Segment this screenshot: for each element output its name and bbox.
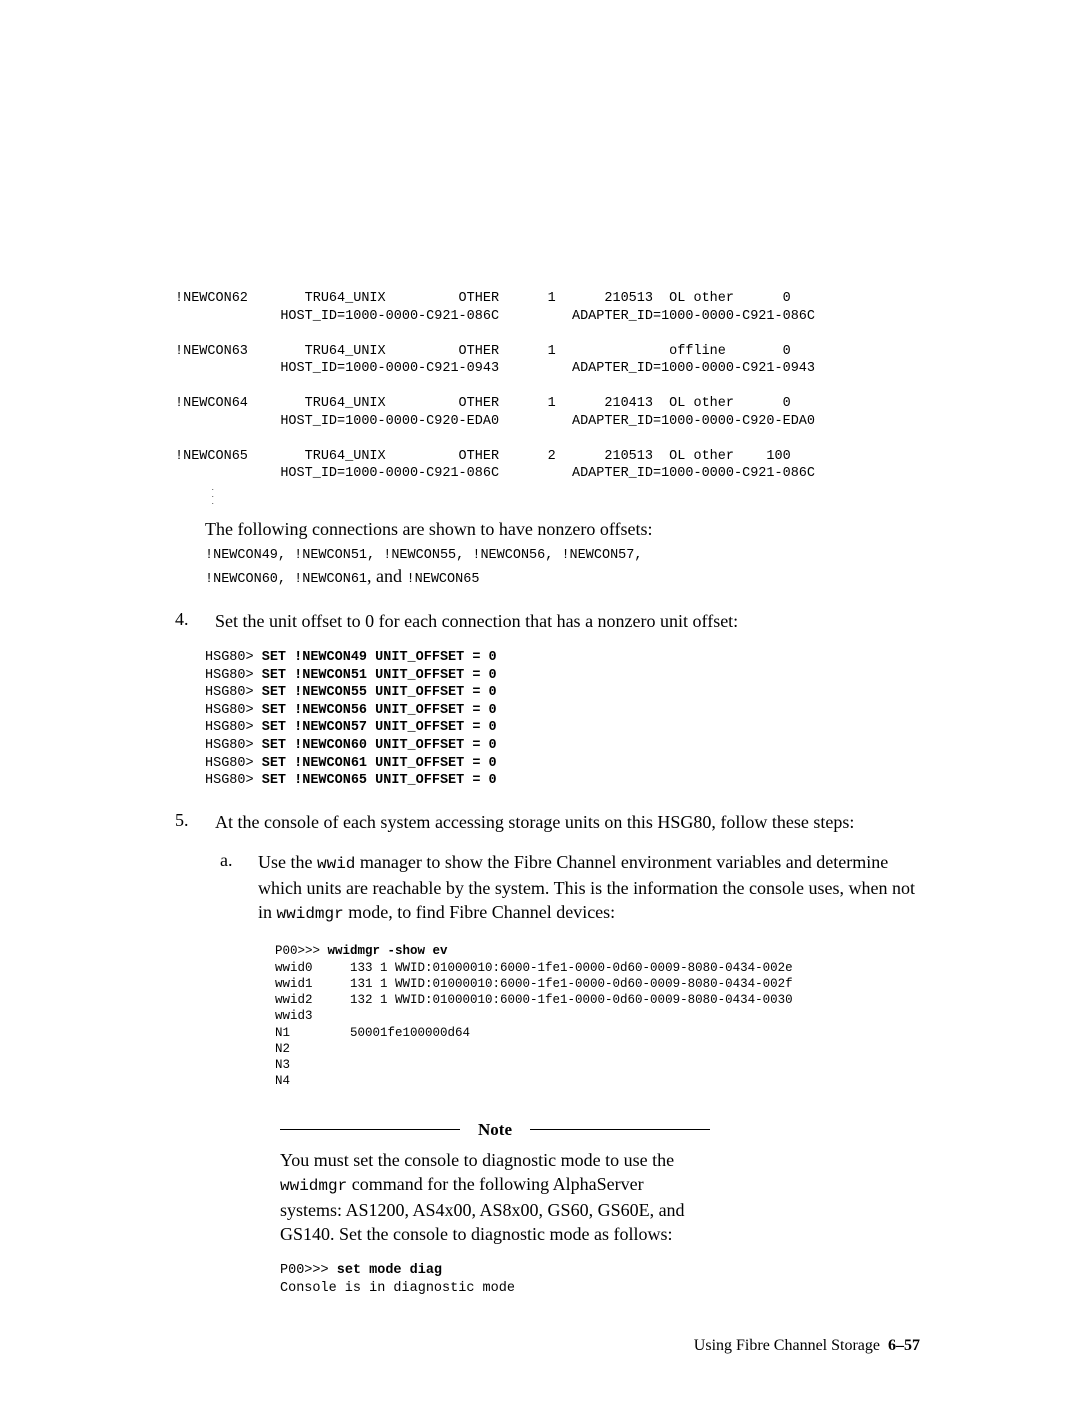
set-prompt: HSG80> <box>205 756 262 771</box>
step5a-code1: wwid <box>317 855 355 873</box>
set-cmd: SET !NEWCON57 UNIT_OFFSET = 0 <box>262 720 497 735</box>
set-cmd: SET !NEWCON56 UNIT_OFFSET = 0 <box>262 703 497 718</box>
set-command-line: HSG80> SET !NEWCON49 UNIT_OFFSET = 0 <box>205 649 920 667</box>
step5a-letter: a. <box>220 850 240 925</box>
wwid-command-line: P00>>> wwidmgr -show ev <box>275 943 920 959</box>
step5a-seg1: Use the <box>258 852 317 872</box>
note-cmd-line: P00>>> set mode diag <box>280 1262 710 1280</box>
set-cmd: SET !NEWCON60 UNIT_OFFSET = 0 <box>262 738 497 753</box>
set-prompt: HSG80> <box>205 703 262 718</box>
set-cmd: SET !NEWCON65 UNIT_OFFSET = 0 <box>262 773 497 788</box>
set-prompt: HSG80> <box>205 738 262 753</box>
note-rule-right <box>530 1129 710 1130</box>
wwid-prompt: P00>>> <box>275 944 328 958</box>
set-command-line: HSG80> SET !NEWCON60 UNIT_OFFSET = 0 <box>205 737 920 755</box>
note-seg1: You must set the console to diagnostic m… <box>280 1150 674 1170</box>
connections-output: !NEWCON62 TRU64_UNIX OTHER 1 210513 OL o… <box>175 290 920 483</box>
set-commands-block: HSG80> SET !NEWCON49 UNIT_OFFSET = 0HSG8… <box>205 649 920 789</box>
step5a-text: Use the wwid manager to show the Fibre C… <box>258 850 920 925</box>
set-cmd: SET !NEWCON55 UNIT_OFFSET = 0 <box>262 685 497 700</box>
set-prompt: HSG80> <box>205 720 262 735</box>
set-cmd: SET !NEWCON49 UNIT_OFFSET = 0 <box>262 650 497 665</box>
nonzero-list-2c: !NEWCON65 <box>407 572 480 587</box>
nonzero-intro: The following connections are shown to h… <box>205 517 920 541</box>
note-title: Note <box>478 1120 512 1140</box>
set-prompt: HSG80> <box>205 650 262 665</box>
nonzero-list-1: !NEWCON49, !NEWCON51, !NEWCON55, !NEWCON… <box>205 547 920 565</box>
nonzero-list-2: !NEWCON60, !NEWCON61, and !NEWCON65 <box>205 564 920 589</box>
page-footer: Using Fibre Channel Storage 6–57 <box>175 1337 920 1355</box>
set-prompt: HSG80> <box>205 685 262 700</box>
note-code1: wwidmgr <box>280 1177 347 1195</box>
set-command-line: HSG80> SET !NEWCON51 UNIT_OFFSET = 0 <box>205 667 920 685</box>
ellipsis: . . . <box>175 485 920 507</box>
wwid-cmd: wwidmgr -show ev <box>328 944 448 958</box>
step5-text: At the console of each system accessing … <box>215 810 854 834</box>
step5a-code2: wwidmgr <box>277 905 344 923</box>
set-command-line: HSG80> SET !NEWCON56 UNIT_OFFSET = 0 <box>205 702 920 720</box>
set-command-line: HSG80> SET !NEWCON57 UNIT_OFFSET = 0 <box>205 719 920 737</box>
note-block: Note You must set the console to diagnos… <box>280 1120 710 1298</box>
set-command-line: HSG80> SET !NEWCON65 UNIT_OFFSET = 0 <box>205 772 920 790</box>
set-cmd: SET !NEWCON61 UNIT_OFFSET = 0 <box>262 756 497 771</box>
note-output: Console is in diagnostic mode <box>280 1280 710 1298</box>
footer-page: 6–57 <box>888 1337 920 1354</box>
step5a-seg3: mode, to find Fibre Channel devices: <box>344 902 615 922</box>
set-prompt: HSG80> <box>205 668 262 683</box>
set-cmd: SET !NEWCON51 UNIT_OFFSET = 0 <box>262 668 497 683</box>
set-command-line: HSG80> SET !NEWCON55 UNIT_OFFSET = 0 <box>205 684 920 702</box>
nonzero-list-2b: , and <box>367 566 407 586</box>
nonzero-list-2a: !NEWCON60, !NEWCON61 <box>205 572 367 587</box>
footer-text: Using Fibre Channel Storage <box>694 1337 880 1354</box>
step4-number: 4. <box>175 609 197 633</box>
step4-text: Set the unit offset to 0 for each connec… <box>215 609 738 633</box>
note-text: You must set the console to diagnostic m… <box>280 1148 710 1246</box>
note-cmd: set mode diag <box>337 1263 442 1278</box>
wwid-output: wwid0 133 1 WWID:01000010:6000-1fe1-0000… <box>275 960 920 1090</box>
note-prompt: P00>>> <box>280 1263 337 1278</box>
note-rule-left <box>280 1129 460 1130</box>
set-command-line: HSG80> SET !NEWCON61 UNIT_OFFSET = 0 <box>205 755 920 773</box>
set-prompt: HSG80> <box>205 773 262 788</box>
step5-number: 5. <box>175 810 197 834</box>
